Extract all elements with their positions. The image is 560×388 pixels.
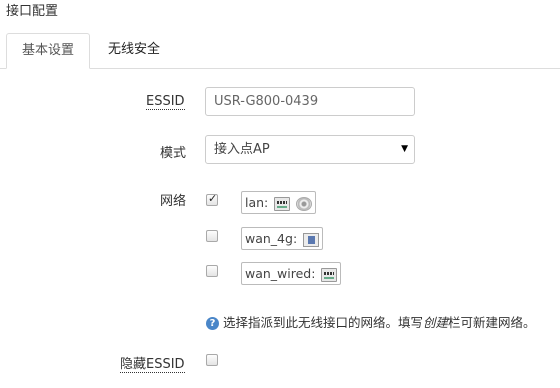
switch-icon <box>274 196 291 211</box>
hide-essid-label: 隐藏ESSID <box>120 353 185 373</box>
switch-icon <box>321 267 338 282</box>
essid-label: ESSID <box>146 94 185 110</box>
network-wanwired-name: wan_wired: <box>245 266 316 281</box>
tab-bar: 基本设置 无线安全 <box>0 33 560 69</box>
help-prefix: 选择指派到此无线接口的网络。填写 <box>223 315 424 330</box>
mode-select-value: 接入点AP <box>214 142 270 157</box>
modem-icon <box>303 232 320 247</box>
network-lan-badge: lan: <box>241 191 317 214</box>
section-title: 接口配置 <box>6 4 59 19</box>
network-lan-name: lan: <box>245 195 269 210</box>
tab-basic-settings[interactable]: 基本设置 <box>6 33 90 69</box>
hide-essid-checkbox[interactable] <box>206 354 218 366</box>
network-wanwired-checkbox[interactable] <box>206 265 218 277</box>
mode-select[interactable]: 接入点AP ▼ <box>205 135 415 164</box>
help-emphasis: 创建 <box>423 315 449 330</box>
network-help-text: ? 选择指派到此无线接口的网络。填写创建栏可新建网络。 <box>206 312 536 331</box>
mode-label: 模式 <box>159 146 186 161</box>
essid-input[interactable] <box>205 87 415 116</box>
network-label: 网络 <box>159 194 186 209</box>
help-suffix: 栏可新建网络。 <box>448 315 536 330</box>
network-wan4g-checkbox[interactable] <box>206 230 218 242</box>
network-wan4g-badge: wan_4g: <box>241 227 324 250</box>
wifi-icon <box>296 196 313 211</box>
tab-wireless-security[interactable]: 无线安全 <box>94 33 174 69</box>
network-lan-checkbox[interactable] <box>206 192 218 206</box>
chevron-down-icon: ▼ <box>401 144 408 154</box>
network-wanwired-badge: wan_wired: <box>241 262 342 285</box>
help-icon: ? <box>206 317 219 330</box>
network-wan4g-name: wan_4g: <box>245 231 298 246</box>
